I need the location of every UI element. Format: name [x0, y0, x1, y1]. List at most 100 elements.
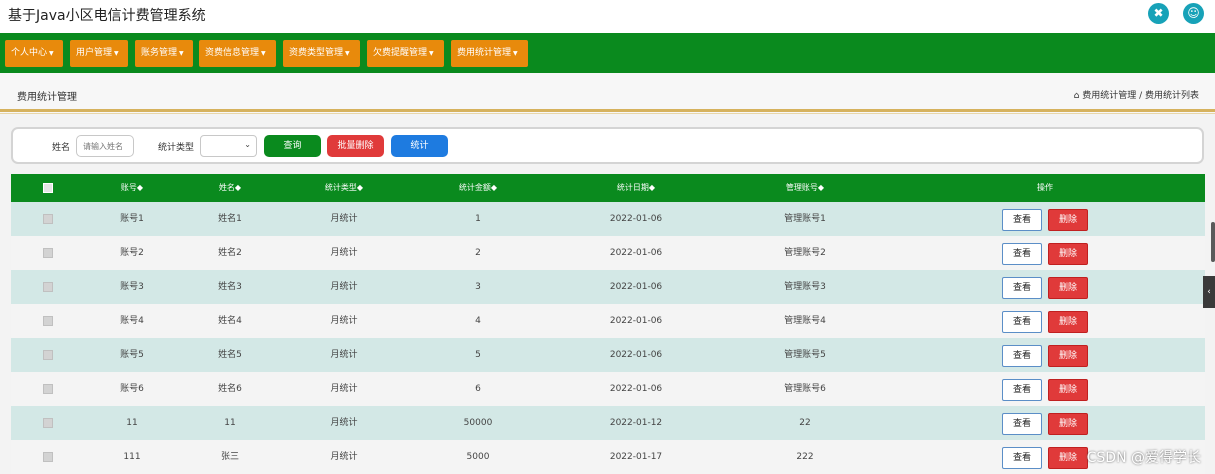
nav-item-user-management[interactable]: 用户管理 ▼ — [70, 40, 128, 67]
caret-down-icon: ▼ — [345, 50, 350, 57]
table-row: 账号1 姓名1 月统计 1 2022-01-06 管理账号1 查看 删除 — [11, 202, 1205, 236]
nav-item-personal-center[interactable]: 个人中心 ▼ — [5, 40, 63, 67]
view-button[interactable]: 查看 — [1002, 243, 1042, 265]
cell-manager: 222 — [796, 452, 814, 462]
cell-type: 月统计 — [330, 418, 358, 428]
nav-item-tariff-type[interactable]: 资费类型管理 ▼ — [283, 40, 360, 67]
caret-down-icon: ▼ — [179, 50, 184, 57]
breadcrumb: ⌂ 费用统计管理 / 费用统计列表 — [1074, 88, 1199, 101]
batch-delete-button[interactable]: 批量删除 — [327, 135, 384, 157]
column-header-name[interactable]: 姓名◆ — [219, 174, 241, 202]
cell-date: 2022-01-12 — [609, 418, 663, 428]
type-label: 统计类型 — [158, 143, 195, 153]
nav-label: 用户管理 — [76, 48, 113, 58]
home-icon[interactable]: ⌂ — [1074, 91, 1080, 101]
table-row: 11 11 月统计 50000 2022-01-12 22 查看 删除 — [11, 406, 1205, 440]
caret-down-icon: ▼ — [513, 50, 518, 57]
cell-type: 月统计 — [330, 384, 358, 394]
cell-name: 11 — [224, 418, 236, 428]
column-header-amount[interactable]: 统计金额◆ — [459, 174, 497, 202]
table-row: 账号5 姓名5 月统计 5 2022-01-06 管理账号5 查看 删除 — [11, 338, 1205, 372]
caret-down-icon: ▼ — [49, 50, 54, 57]
row-checkbox[interactable] — [43, 316, 53, 326]
section-header: 费用统计管理 ⌂ 费用统计管理 / 费用统计列表 — [0, 73, 1215, 113]
delete-button[interactable]: 删除 — [1048, 345, 1088, 367]
view-button[interactable]: 查看 — [1002, 447, 1042, 469]
nav-item-fee-statistics[interactable]: 费用统计管理 ▼ — [451, 40, 528, 67]
cell-type: 月统计 — [330, 282, 358, 292]
cell-account: 账号2 — [120, 248, 144, 258]
cell-date: 2022-01-06 — [609, 282, 663, 292]
row-checkbox[interactable] — [43, 248, 53, 258]
cell-date: 2022-01-17 — [609, 452, 663, 462]
row-checkbox[interactable] — [43, 282, 53, 292]
column-header-type[interactable]: 统计类型◆ — [325, 174, 363, 202]
main-nav: 个人中心 ▼ 用户管理 ▼ 账务管理 ▼ 资费信息管理 ▼ 资费类型管理 ▼ 欠费提醒管理… — [0, 33, 1215, 73]
column-header-manager[interactable]: 管理账号◆ — [786, 174, 824, 202]
cell-type: 月统计 — [330, 452, 358, 462]
view-button[interactable]: 查看 — [1002, 209, 1042, 231]
user-icon[interactable]: ☺ — [1183, 3, 1204, 24]
nav-label: 个人中心 — [11, 48, 48, 58]
delete-button[interactable]: 删除 — [1048, 447, 1088, 469]
cell-name: 姓名1 — [218, 214, 242, 224]
table-row: 账号3 姓名3 月统计 3 2022-01-06 管理账号3 查看 删除 — [11, 270, 1205, 304]
cell-manager: 管理账号6 — [784, 384, 826, 394]
row-checkbox[interactable] — [43, 214, 53, 224]
nav-item-arrears-reminder[interactable]: 欠费提醒管理 ▼ — [367, 40, 444, 67]
row-checkbox[interactable] — [43, 384, 53, 394]
delete-button[interactable]: 删除 — [1048, 243, 1088, 265]
column-header-account[interactable]: 账号◆ — [121, 174, 143, 202]
scrollbar[interactable] — [1211, 222, 1215, 262]
view-button[interactable]: 查看 — [1002, 311, 1042, 333]
delete-button[interactable]: 删除 — [1048, 413, 1088, 435]
data-table: 账号◆ 姓名◆ 统计类型◆ 统计金额◆ 统计日期◆ 管理账号◆ 操作 账号1 姓… — [11, 174, 1205, 474]
cell-amount: 6 — [475, 384, 481, 394]
caret-down-icon: ▼ — [261, 50, 266, 57]
delete-button[interactable]: 删除 — [1048, 311, 1088, 333]
cell-account: 账号6 — [120, 384, 144, 394]
watermark: CSDN @爱得学长 — [1086, 450, 1201, 466]
name-search-input[interactable] — [76, 135, 134, 157]
view-button[interactable]: 查看 — [1002, 277, 1042, 299]
collapse-tab-chevron-left-icon[interactable]: ‹ — [1203, 276, 1215, 308]
delete-button[interactable]: 删除 — [1048, 277, 1088, 299]
nav-label: 资费类型管理 — [289, 48, 344, 58]
row-checkbox[interactable] — [43, 452, 53, 462]
statistics-button[interactable]: 统计 — [391, 135, 448, 157]
cell-name: 姓名3 — [218, 282, 242, 292]
cell-name: 张三 — [220, 452, 240, 462]
cell-manager: 管理账号4 — [784, 316, 826, 326]
nav-item-account-management[interactable]: 账务管理 ▼ — [135, 40, 193, 67]
view-button[interactable]: 查看 — [1002, 413, 1042, 435]
cell-type: 月统计 — [330, 248, 358, 258]
cell-account: 账号5 — [120, 350, 144, 360]
table-header: 账号◆ 姓名◆ 统计类型◆ 统计金额◆ 统计日期◆ 管理账号◆ 操作 — [11, 174, 1205, 202]
select-all-checkbox[interactable] — [43, 183, 53, 193]
nav-label: 欠费提醒管理 — [373, 48, 428, 58]
cell-date: 2022-01-06 — [609, 248, 663, 258]
search-panel: 姓名 统计类型 ⌄ 查询 批量删除 统计 — [11, 127, 1204, 164]
cell-date: 2022-01-06 — [609, 350, 663, 360]
cell-amount: 1 — [475, 214, 481, 224]
delete-button[interactable]: 删除 — [1048, 379, 1088, 401]
network-icon[interactable]: ✖ — [1148, 3, 1169, 24]
cell-name: 姓名4 — [218, 316, 242, 326]
row-checkbox[interactable] — [43, 350, 53, 360]
query-button[interactable]: 查询 — [264, 135, 321, 157]
type-select[interactable]: ⌄ — [200, 135, 257, 157]
breadcrumb-text: 费用统计管理 / 费用统计列表 — [1082, 91, 1199, 101]
column-header-date[interactable]: 统计日期◆ — [617, 174, 655, 202]
cell-manager: 管理账号5 — [784, 350, 826, 360]
cell-amount: 50000 — [463, 418, 493, 428]
view-button[interactable]: 查看 — [1002, 345, 1042, 367]
cell-type: 月统计 — [330, 316, 358, 326]
cell-account: 11 — [126, 418, 138, 428]
cell-name: 姓名6 — [218, 384, 242, 394]
cell-amount: 4 — [475, 316, 481, 326]
cell-amount: 3 — [475, 282, 481, 292]
row-checkbox[interactable] — [43, 418, 53, 428]
nav-item-tariff-info[interactable]: 资费信息管理 ▼ — [199, 40, 276, 67]
view-button[interactable]: 查看 — [1002, 379, 1042, 401]
delete-button[interactable]: 删除 — [1048, 209, 1088, 231]
